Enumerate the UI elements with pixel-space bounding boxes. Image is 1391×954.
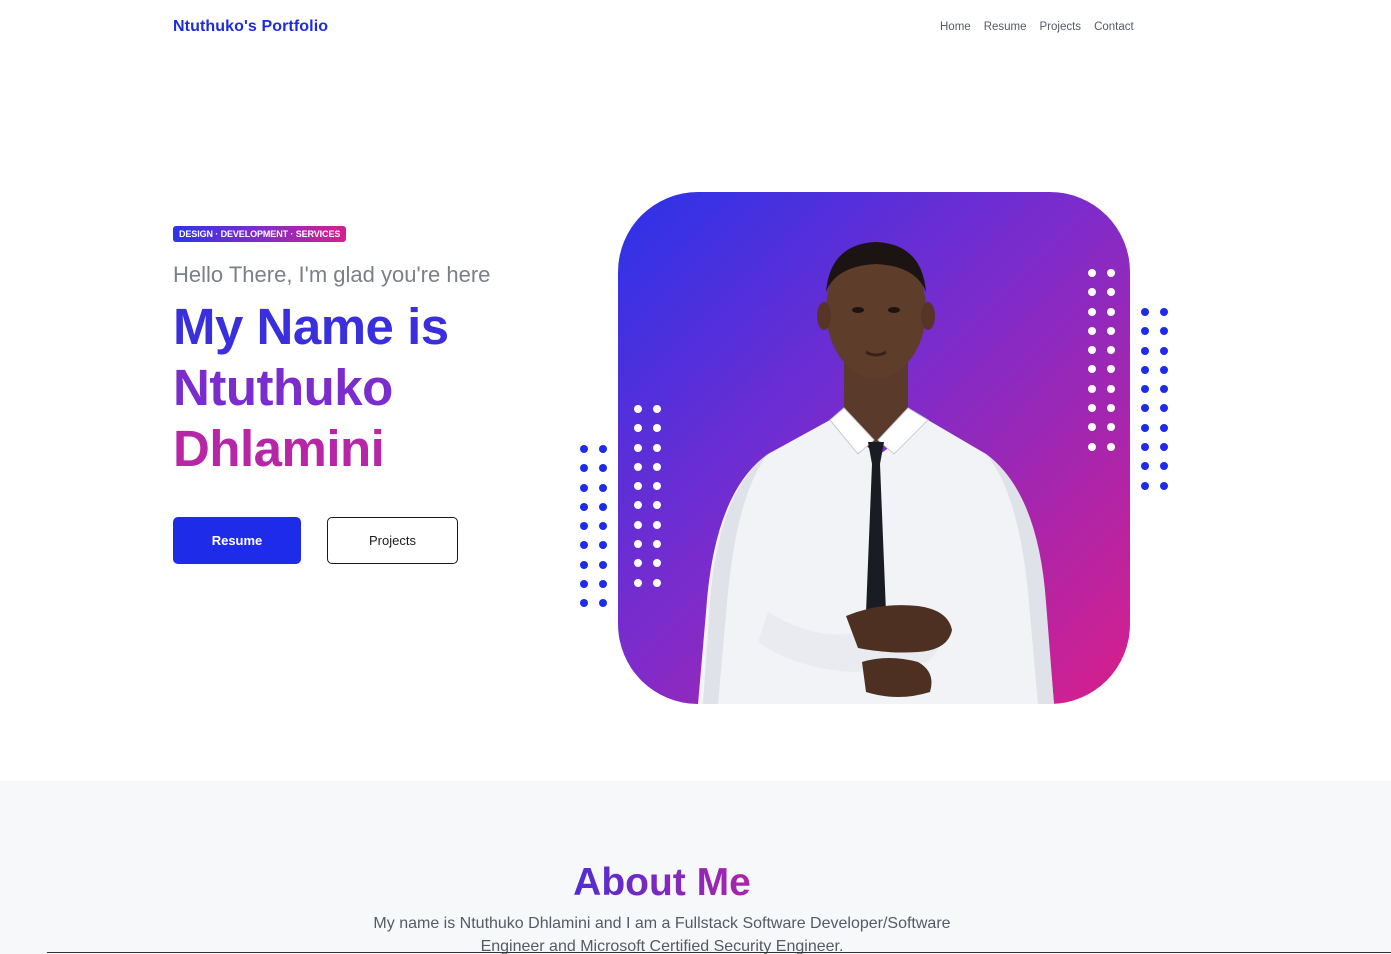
nav-link-home[interactable]: Home: [940, 21, 971, 33]
about-description: My name is Ntuthuko Dhlamini and I am a …: [373, 915, 951, 954]
nav-link-resume[interactable]: Resume: [984, 21, 1027, 33]
portfolio-page: Ntuthuko's Portfolio Home Resume Project…: [0, 0, 1391, 954]
about-section: About Me My name is Ntuthuko Dhlamini an…: [0, 781, 1391, 954]
headline-line-2: Ntuthuko: [173, 359, 393, 416]
greeting-text: Hello There, I'm glad you're here: [173, 262, 491, 287]
hero-headline: My Name is Ntuthuko Dhlamini: [173, 296, 449, 479]
decorative-dots-right: [1141, 308, 1168, 490]
projects-button[interactable]: Projects: [327, 517, 458, 564]
nav-link-contact[interactable]: Contact: [1094, 21, 1134, 33]
divider-line: [47, 952, 1391, 953]
services-badge: DESIGN · DEVELOPMENT · SERVICES: [173, 226, 347, 242]
main-nav: Home Resume Projects Contact: [940, 21, 1134, 33]
brand-logo-link[interactable]: Ntuthuko's Portfolio: [173, 18, 328, 36]
decorative-dots-card-left: [634, 405, 661, 587]
decorative-dots-left: [580, 445, 607, 608]
nav-link-projects[interactable]: Projects: [1040, 21, 1082, 33]
decorative-dots-card-right: [1088, 269, 1115, 451]
resume-button[interactable]: Resume: [173, 517, 301, 564]
profile-portrait-image: [698, 242, 1054, 704]
about-title: About Me: [0, 861, 1324, 905]
headline-line-1: My Name is: [173, 298, 449, 355]
headline-line-3: Dhlamini: [173, 420, 385, 477]
profile-photo-card: [618, 192, 1130, 704]
